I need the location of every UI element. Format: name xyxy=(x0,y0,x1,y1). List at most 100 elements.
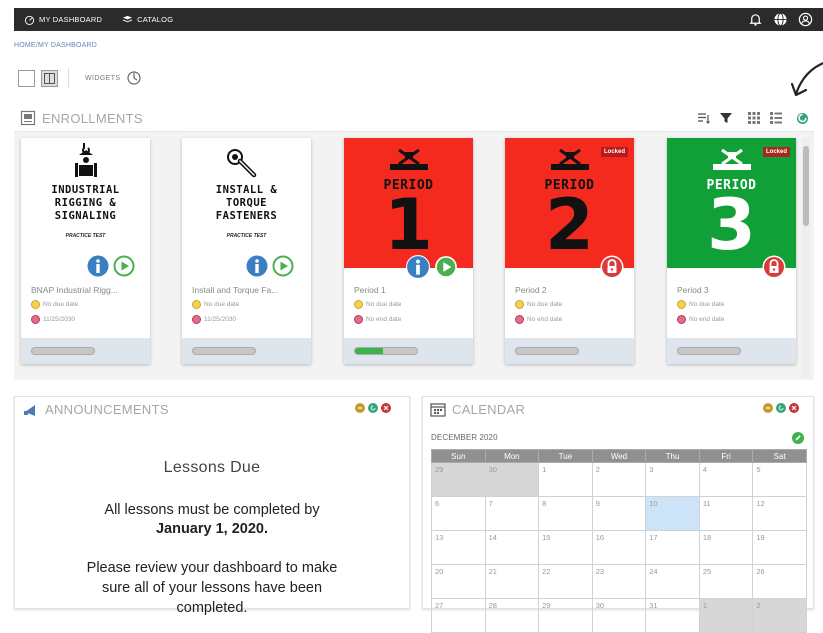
calendar-day[interactable]: 18 xyxy=(698,530,754,565)
enrollment-card[interactable]: PERIOD 1 Period 1 No due date No end dat… xyxy=(344,138,473,364)
due-date-text: No due date xyxy=(43,301,79,308)
enrollments-icon xyxy=(20,110,36,126)
lock-icon[interactable] xyxy=(600,255,624,279)
info-icon[interactable] xyxy=(87,255,109,277)
play-icon[interactable] xyxy=(272,255,294,277)
cover-title-line: FASTENERS xyxy=(215,210,278,222)
calendar-day[interactable]: 16 xyxy=(591,530,647,565)
course-cover: Locked PERIOD 2 xyxy=(505,138,634,268)
grid-view-icon[interactable] xyxy=(747,111,761,125)
single-column-layout-button[interactable] xyxy=(18,69,35,87)
refresh-icon xyxy=(798,113,807,123)
play-icon[interactable] xyxy=(113,255,135,277)
scrollbar-thumb[interactable] xyxy=(803,146,809,226)
weekday-header: Mon xyxy=(484,449,540,463)
calendar-day[interactable]: 2 xyxy=(591,462,647,497)
widgets-gauge-icon[interactable] xyxy=(126,70,142,86)
calendar-day[interactable]: 15 xyxy=(538,530,593,565)
calendar-day[interactable]: 7 xyxy=(484,496,540,531)
course-name[interactable]: Install and Torque Fa... xyxy=(192,285,304,295)
calendar-week-row: 6 7 8 9 10 11 12 xyxy=(431,496,807,531)
columns-icon xyxy=(44,72,55,84)
end-date-row: No end date xyxy=(677,315,724,324)
calendar-day[interactable]: 19 xyxy=(752,530,807,565)
enrollment-card[interactable]: INDUSTRIAL RIGGING & SIGNALING PRACTICE … xyxy=(21,138,150,364)
announcement-text-line: All lessons must be completed by xyxy=(104,502,320,518)
calendar-day[interactable]: 4 xyxy=(698,462,754,497)
breadcrumb-home[interactable]: HOME xyxy=(14,42,36,49)
calendar-grid: Sun Mon Tue Wed Thu Fri Sat 29 30 1 2 3 4 5 6 7 8 9 10 11 1… xyxy=(431,449,807,633)
calendar-day[interactable]: 3 xyxy=(645,462,700,497)
calendar-day[interactable]: 8 xyxy=(538,496,593,531)
list-view-icon[interactable] xyxy=(769,111,783,125)
calendar-day[interactable]: 12 xyxy=(752,496,807,531)
locked-badge: Locked xyxy=(762,147,790,157)
calendar-day[interactable]: 26 xyxy=(752,564,807,599)
due-date-row: No due date xyxy=(192,300,239,309)
close-icon xyxy=(383,405,389,411)
calendar-day[interactable]: 22 xyxy=(538,564,593,599)
filter-icon[interactable] xyxy=(719,111,733,125)
calendar-day[interactable]: 13 xyxy=(431,530,486,565)
calendar-day[interactable]: 11 xyxy=(698,496,754,531)
due-date-text: No due date xyxy=(366,301,402,308)
calendar-day[interactable]: 9 xyxy=(591,496,647,531)
period-number: 3 xyxy=(707,184,756,266)
calendar-day[interactable]: 2 xyxy=(752,598,807,633)
calendar-day[interactable]: 28 xyxy=(484,598,540,633)
calendar-day[interactable]: 30 xyxy=(484,462,540,497)
nav-my-dashboard[interactable]: MY DASHBOARD xyxy=(24,14,102,25)
calendar-day-today[interactable]: 10 xyxy=(645,496,700,531)
enrollment-card[interactable]: Locked PERIOD 2 Period 2 No due date No … xyxy=(505,138,634,364)
course-name[interactable]: Period 3 xyxy=(677,285,789,295)
two-column-layout-button[interactable] xyxy=(41,69,58,87)
nav-catalog[interactable]: CATALOG xyxy=(122,14,173,25)
calendar-day[interactable]: 23 xyxy=(591,564,647,599)
bell-icon[interactable] xyxy=(748,12,763,27)
calendar-day[interactable]: 17 xyxy=(645,530,700,565)
cover-title-line: SIGNALING xyxy=(54,210,117,222)
course-name[interactable]: BNAP Industrial Rigg... xyxy=(31,285,143,295)
calendar-day[interactable]: 14 xyxy=(484,530,540,565)
calendar-day[interactable]: 31 xyxy=(645,598,700,633)
calendar-day[interactable]: 29 xyxy=(538,598,593,633)
calendar-day[interactable]: 30 xyxy=(591,598,647,633)
user-circle-icon[interactable] xyxy=(798,12,813,27)
globe-icon[interactable] xyxy=(773,12,788,27)
progress-bar xyxy=(31,347,95,355)
enrollment-card[interactable]: Locked PERIOD 3 Period 3 No due date No … xyxy=(667,138,796,364)
due-date-icon xyxy=(515,300,524,309)
add-event-button[interactable] xyxy=(792,432,804,444)
due-date-text: No due date xyxy=(204,301,240,308)
lock-icon[interactable] xyxy=(762,255,786,279)
calendar-day[interactable]: 27 xyxy=(431,598,486,633)
calendar-day[interactable]: 1 xyxy=(698,598,754,633)
calendar-day[interactable]: 5 xyxy=(752,462,807,497)
course-name[interactable]: Period 1 xyxy=(354,285,466,295)
calendar-day[interactable]: 1 xyxy=(538,462,593,497)
refresh-enrollments-button[interactable] xyxy=(797,112,808,124)
course-name[interactable]: Period 2 xyxy=(515,285,627,295)
refresh-button[interactable] xyxy=(776,403,786,413)
calendar-day[interactable]: 6 xyxy=(431,496,486,531)
calendar-day[interactable]: 24 xyxy=(645,564,700,599)
sort-icon[interactable] xyxy=(697,111,711,125)
period-number: 2 xyxy=(545,184,594,266)
refresh-button[interactable] xyxy=(368,403,378,413)
info-icon[interactable] xyxy=(246,255,268,277)
info-icon[interactable] xyxy=(406,255,430,279)
calendar-day[interactable]: 29 xyxy=(431,462,486,497)
close-button[interactable] xyxy=(381,403,391,413)
enrollment-card[interactable]: INSTALL & TORQUE FASTENERS PRACTICE TEST… xyxy=(182,138,311,364)
megaphone-icon xyxy=(24,404,35,416)
calendar-day[interactable]: 21 xyxy=(484,564,540,599)
calendar-day[interactable]: 25 xyxy=(698,564,754,599)
enrollments-header: ENROLLMENTS xyxy=(20,110,143,126)
minimize-button[interactable] xyxy=(763,403,773,413)
calendar-day[interactable]: 20 xyxy=(431,564,486,599)
enrollments-scrollbar[interactable] xyxy=(802,138,810,378)
minimize-button[interactable] xyxy=(355,403,365,413)
card-actions xyxy=(406,255,458,279)
close-button[interactable] xyxy=(789,403,799,413)
play-icon[interactable] xyxy=(434,255,458,279)
